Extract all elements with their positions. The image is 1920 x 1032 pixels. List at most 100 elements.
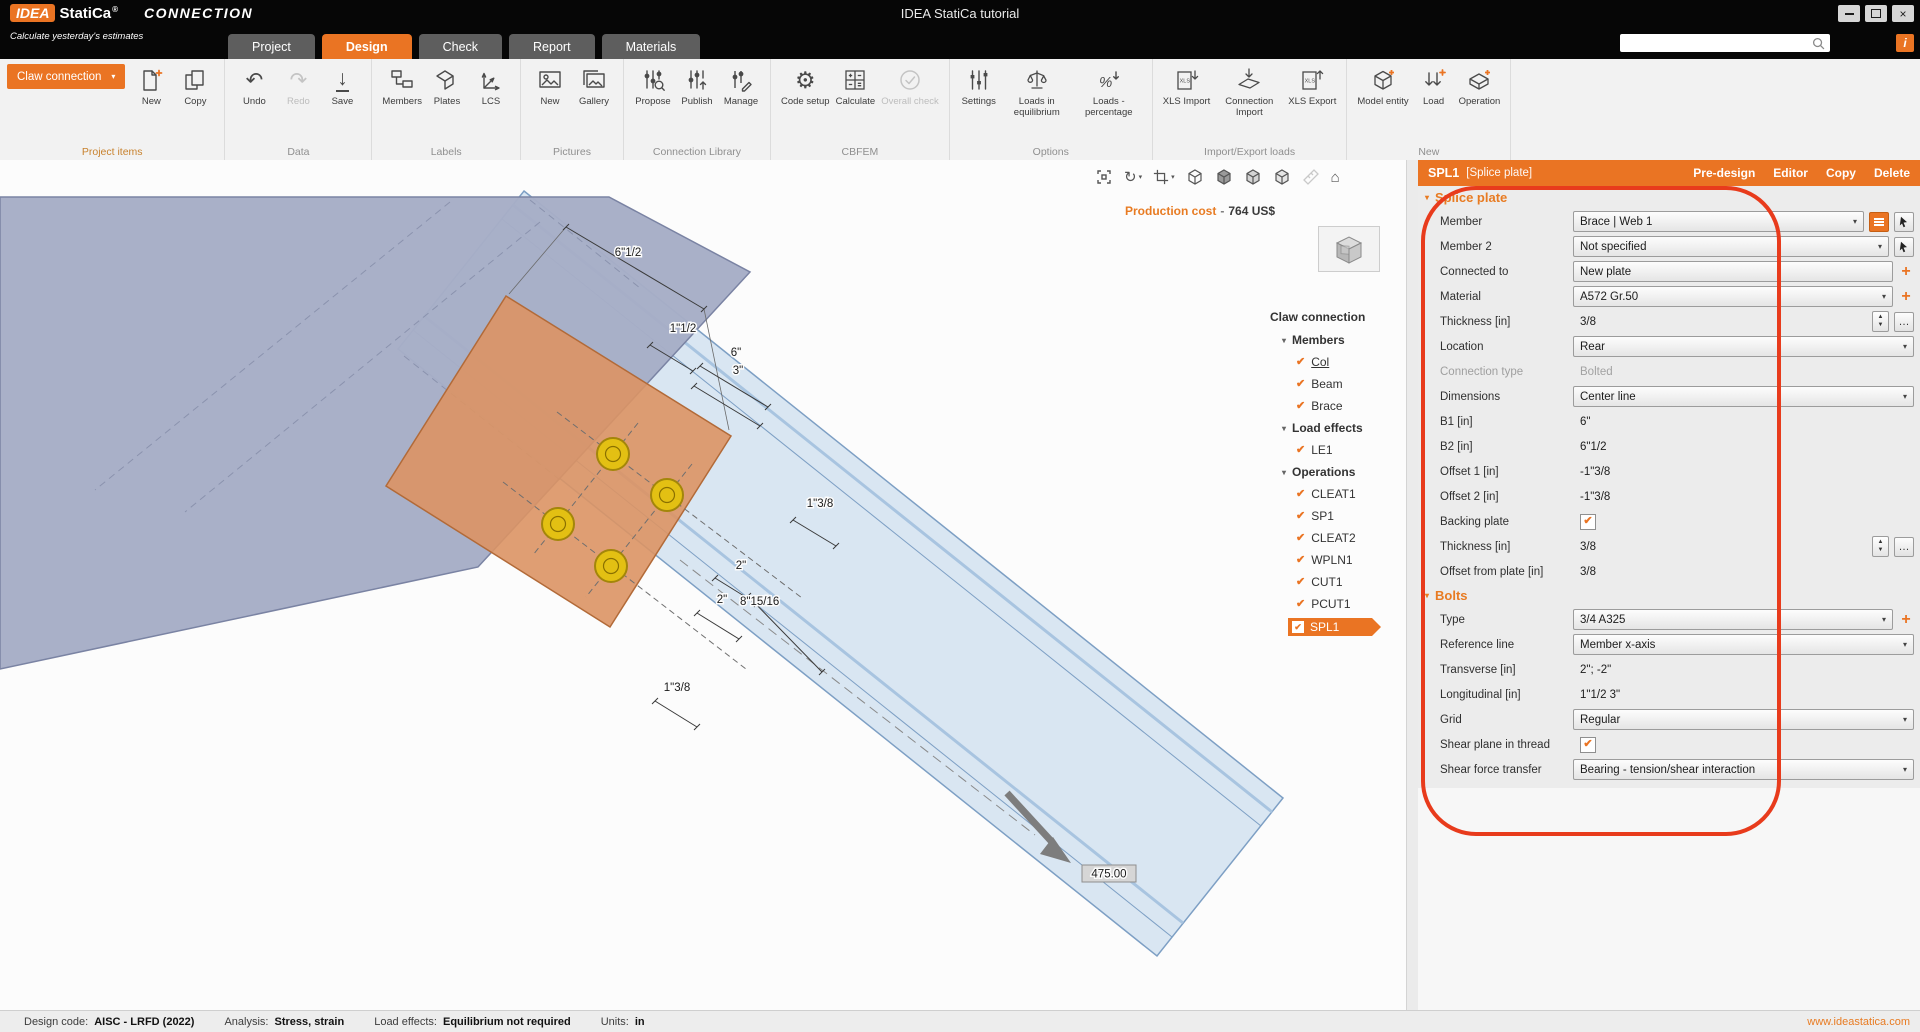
gallery-button[interactable]: Gallery bbox=[572, 62, 616, 111]
tree-group-members[interactable]: ▾Members bbox=[1282, 332, 1372, 348]
pick-in-scene-button[interactable] bbox=[1894, 212, 1914, 232]
combo-member2[interactable]: Not specified▾ bbox=[1573, 236, 1889, 257]
calculate-button[interactable]: Calculate bbox=[833, 62, 879, 111]
copy-operation-button[interactable]: Copy bbox=[1826, 166, 1856, 180]
search-input[interactable] bbox=[1624, 35, 1811, 51]
member-menu-button[interactable] bbox=[1869, 212, 1889, 232]
add-button[interactable]: + bbox=[1898, 612, 1914, 628]
input-offset2[interactable]: -1"3/8 bbox=[1573, 491, 1914, 503]
checkbox-checked-icon[interactable]: ✔ bbox=[1296, 577, 1305, 588]
pick-in-scene-button[interactable] bbox=[1894, 237, 1914, 257]
tree-group-operations[interactable]: ▾Operations bbox=[1282, 464, 1372, 480]
spin-up-icon[interactable]: ▲ bbox=[1878, 539, 1884, 546]
shaded-view-button[interactable] bbox=[1244, 168, 1262, 186]
plates-labels-button[interactable]: Plates bbox=[425, 62, 469, 111]
checkbox-checked-icon[interactable]: ✔ bbox=[1296, 533, 1305, 544]
minimize-button[interactable] bbox=[1838, 5, 1860, 22]
checkbox-checked-icon[interactable]: ✔ bbox=[1296, 357, 1305, 368]
overall-check-button[interactable]: Overall check bbox=[878, 62, 942, 111]
tree-item-sp1[interactable]: ✔SP1 bbox=[1296, 508, 1372, 524]
add-button[interactable]: + bbox=[1898, 289, 1914, 305]
view-cube[interactable] bbox=[1318, 226, 1380, 272]
checkbox-checked-icon[interactable]: ✔ bbox=[1296, 599, 1305, 610]
clipping-button[interactable]: ▾ bbox=[1153, 169, 1175, 185]
tree-item-cleat1[interactable]: ✔CLEAT1 bbox=[1296, 486, 1372, 502]
copy-project-item-button[interactable]: Copy bbox=[173, 62, 217, 111]
section-header-splice-plate[interactable]: ▾Splice plate bbox=[1418, 186, 1920, 209]
input-offset1[interactable]: -1"3/8 bbox=[1573, 466, 1914, 478]
checkbox-backing_plate[interactable]: ✔ bbox=[1580, 514, 1596, 530]
combo-location[interactable]: Rear▾ bbox=[1573, 336, 1914, 357]
fit-view-button[interactable] bbox=[1095, 168, 1113, 186]
checkbox-checked-icon[interactable]: ✔ bbox=[1296, 401, 1305, 412]
input-thickness[interactable]: 3/8 bbox=[1573, 316, 1867, 328]
tree-item-le1[interactable]: ✔LE1 bbox=[1296, 442, 1372, 458]
checkbox-checked-icon[interactable]: ✔ bbox=[1296, 445, 1305, 456]
combo-grid[interactable]: Regular▾ bbox=[1573, 709, 1914, 730]
spinner-control[interactable]: ▲▼ bbox=[1872, 536, 1889, 557]
input-b1[interactable]: 6" bbox=[1573, 416, 1914, 428]
spin-down-icon[interactable]: ▼ bbox=[1878, 547, 1884, 554]
tree-item-wpln1[interactable]: ✔WPLN1 bbox=[1296, 552, 1372, 568]
tab-report[interactable]: Report bbox=[509, 34, 595, 59]
combo-reference_line[interactable]: Member x-axis▾ bbox=[1573, 634, 1914, 655]
section-header-bolts[interactable]: ▾Bolts bbox=[1418, 584, 1920, 607]
transparent-view-button[interactable] bbox=[1273, 168, 1291, 186]
maximize-button[interactable] bbox=[1865, 5, 1887, 22]
3d-scene[interactable]: 475.00 bbox=[0, 160, 1406, 1010]
input-offset_from_plate[interactable]: 3/8 bbox=[1573, 566, 1914, 578]
orbit-button[interactable]: ↻▾ bbox=[1124, 170, 1142, 185]
xls-import-button[interactable]: XLS XLS Import bbox=[1160, 62, 1214, 111]
loads-in-equilibrium-button[interactable]: Loads in equilibrium bbox=[1001, 62, 1073, 122]
new-project-item-button[interactable]: New bbox=[129, 62, 173, 111]
more-options-button[interactable]: … bbox=[1894, 312, 1914, 332]
connection-import-button[interactable]: Connection Import bbox=[1213, 62, 1285, 122]
checkbox-shear_plane[interactable]: ✔ bbox=[1580, 737, 1596, 753]
undo-button[interactable]: ↶ Undo bbox=[232, 62, 276, 111]
more-options-button[interactable]: … bbox=[1894, 537, 1914, 557]
new-picture-button[interactable]: New bbox=[528, 62, 572, 111]
operation-button[interactable]: Operation bbox=[1456, 62, 1504, 111]
load-button[interactable]: Load bbox=[1412, 62, 1456, 111]
editor-button[interactable]: Editor bbox=[1773, 166, 1808, 180]
checkbox-checked-icon[interactable]: ✔ bbox=[1292, 621, 1304, 633]
checkbox-checked-icon[interactable]: ✔ bbox=[1296, 511, 1305, 522]
add-button[interactable]: + bbox=[1898, 264, 1914, 280]
propose-button[interactable]: Propose bbox=[631, 62, 675, 111]
connection-selector-dropdown[interactable]: Claw connection ▾ bbox=[7, 64, 125, 89]
tree-item-col[interactable]: ✔Col bbox=[1296, 354, 1372, 370]
measure-button[interactable] bbox=[1302, 168, 1320, 186]
tab-project[interactable]: Project bbox=[228, 34, 315, 59]
input-b2[interactable]: 6"1/2 bbox=[1573, 441, 1914, 453]
manage-button[interactable]: Manage bbox=[719, 62, 763, 111]
website-link[interactable]: www.ideastatica.com bbox=[1807, 1016, 1910, 1028]
loads-percentage-button[interactable]: % Loads - percentage bbox=[1073, 62, 1145, 122]
checkbox-checked-icon[interactable]: ✔ bbox=[1296, 379, 1305, 390]
close-button[interactable]: × bbox=[1892, 5, 1914, 22]
input-longitudinal[interactable]: 1"1/2 3" bbox=[1573, 689, 1914, 701]
combo-type[interactable]: 3/4 A325▾ bbox=[1573, 609, 1893, 630]
tab-materials[interactable]: Materials bbox=[602, 34, 701, 59]
combo-member[interactable]: Brace | Web 1▾ bbox=[1573, 211, 1864, 232]
spin-up-icon[interactable]: ▲ bbox=[1878, 314, 1884, 321]
checkbox-checked-icon[interactable]: ✔ bbox=[1296, 555, 1305, 566]
settings-button[interactable]: Settings bbox=[957, 62, 1001, 111]
pre-design-button[interactable]: Pre-design bbox=[1693, 166, 1755, 180]
save-button[interactable]: ↓ Save bbox=[320, 62, 364, 111]
lcs-button[interactable]: LCS bbox=[469, 62, 513, 111]
chevron-expanded-icon[interactable]: ▾ bbox=[1282, 424, 1286, 433]
checkbox-checked-icon[interactable]: ✔ bbox=[1296, 489, 1305, 500]
model-entity-button[interactable]: Model entity bbox=[1354, 62, 1411, 111]
combo-material[interactable]: A572 Gr.50▾ bbox=[1573, 286, 1893, 307]
chevron-expanded-icon[interactable]: ▾ bbox=[1282, 336, 1286, 345]
redo-button[interactable]: ↷ Redo bbox=[276, 62, 320, 111]
tree-group-load-effects[interactable]: ▾Load effects bbox=[1282, 420, 1372, 436]
home-view-button[interactable]: ⌂ bbox=[1331, 170, 1340, 185]
chevron-expanded-icon[interactable]: ▾ bbox=[1282, 468, 1286, 477]
input-thickness2[interactable]: 3/8 bbox=[1573, 541, 1867, 553]
tree-item-spl1[interactable]: ✔SPL1 bbox=[1288, 618, 1372, 636]
tab-check[interactable]: Check bbox=[419, 34, 502, 59]
tree-item-beam[interactable]: ✔Beam bbox=[1296, 376, 1372, 392]
wireframe-view-button[interactable] bbox=[1186, 168, 1204, 186]
combo-dimensions[interactable]: Center line▾ bbox=[1573, 386, 1914, 407]
